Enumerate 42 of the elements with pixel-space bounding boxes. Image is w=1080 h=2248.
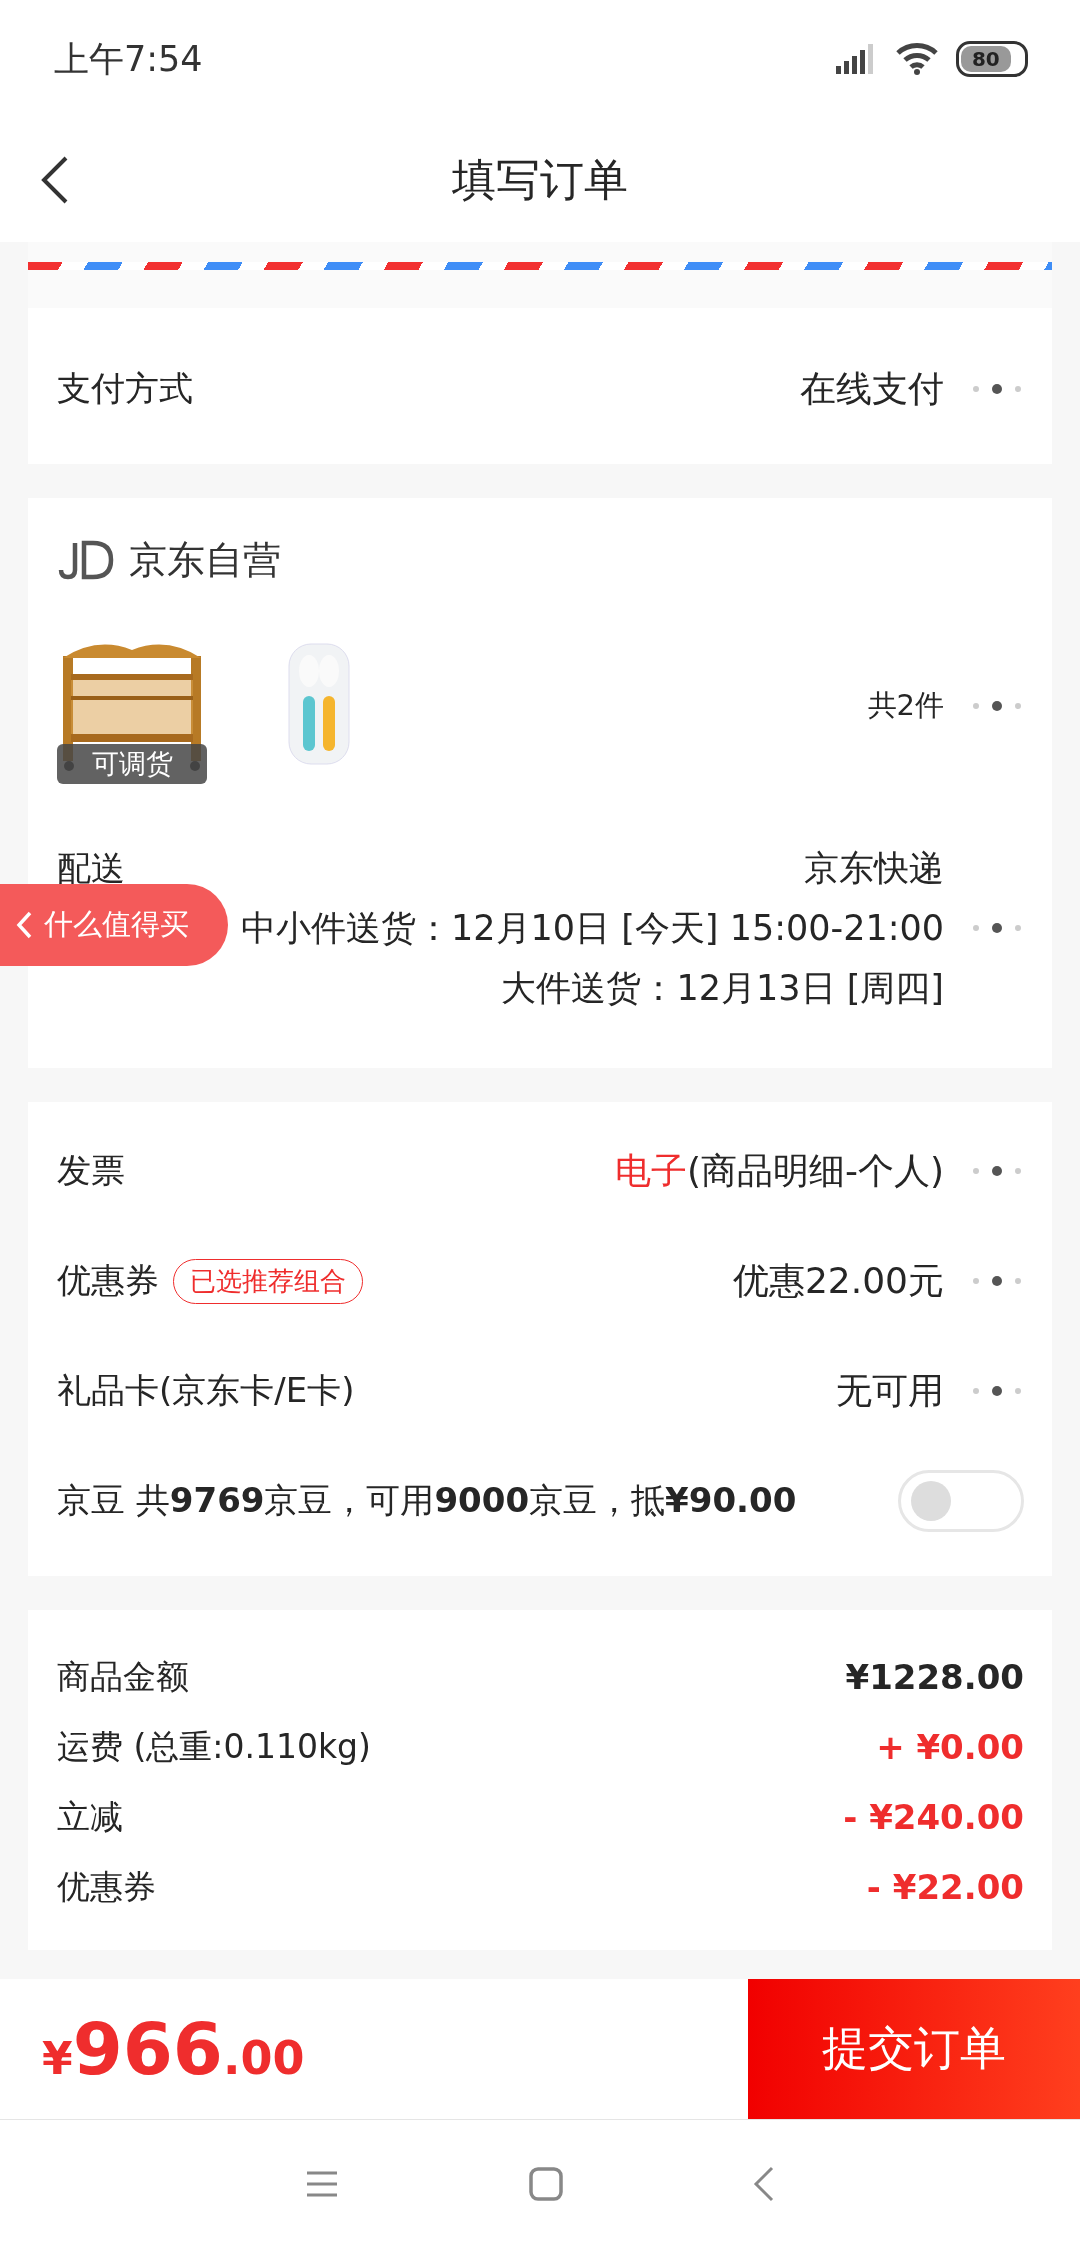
option-value[interactable]: 优惠22.00元 (732, 1256, 944, 1306)
option-value[interactable]: 无可用 (836, 1366, 944, 1416)
item-count[interactable]: 共2件 (867, 686, 944, 726)
wifi-icon (896, 43, 938, 75)
payment-label: 支付方式 (57, 367, 193, 410)
shop-name: 京东自营 (129, 536, 281, 584)
more-icon (970, 922, 1024, 934)
back-icon[interactable] (40, 155, 70, 205)
toggle-switch[interactable] (898, 1470, 1024, 1532)
summary-value: + ¥0.00 (876, 1727, 1024, 1767)
battery-icon: 80 (956, 41, 1028, 77)
page-title: 填写订单 (452, 152, 628, 207)
summary-label: 运费 (总重:0.110kg) (57, 1725, 371, 1768)
chevron-icon (16, 911, 32, 939)
payment-value[interactable]: 在线支付 (800, 364, 944, 414)
option-label: 发票 (57, 1149, 125, 1192)
delivery-time: 大件送货：12月13日 [周四] (501, 967, 944, 1010)
option-value[interactable]: (商品明细-个人) (686, 1146, 944, 1196)
status-time: 上午7:54 (54, 37, 203, 81)
total-price: ¥966.00 (41, 2007, 305, 2091)
summary-label: 立减 (57, 1795, 123, 1838)
more-icon (970, 383, 1024, 395)
more-icon (970, 1385, 1024, 1397)
menu-icon[interactable] (305, 2169, 339, 2199)
delivery-time: 中小件送货：12月10日 [今天] 15:00-21:00 (241, 907, 944, 950)
delivery-carrier: 京东快递 (804, 847, 944, 890)
option-label: 礼品卡(京东卡/E卡) (57, 1369, 355, 1412)
product-badge: 可调货 (57, 744, 207, 784)
summary-value: - ¥240.00 (843, 1797, 1024, 1837)
jd-logo-icon (57, 540, 115, 580)
more-icon (970, 1275, 1024, 1287)
summary-value: - ¥22.00 (866, 1867, 1024, 1907)
summary-label: 优惠券 (57, 1865, 156, 1908)
jingdou-text: 京豆 共9769京豆，可用9000京豆，抵¥90.00 (57, 1479, 797, 1522)
submit-order-button[interactable]: 提交订单 (748, 1979, 1080, 2119)
summary-value: ¥1228.00 (845, 1657, 1024, 1697)
more-icon (970, 700, 1024, 712)
summary-label: 商品金额 (57, 1655, 189, 1698)
more-icon (970, 1165, 1024, 1177)
option-label: 优惠券 (57, 1259, 159, 1302)
home-icon[interactable] (529, 2167, 563, 2201)
invoice-type[interactable]: 电子 (614, 1146, 687, 1196)
